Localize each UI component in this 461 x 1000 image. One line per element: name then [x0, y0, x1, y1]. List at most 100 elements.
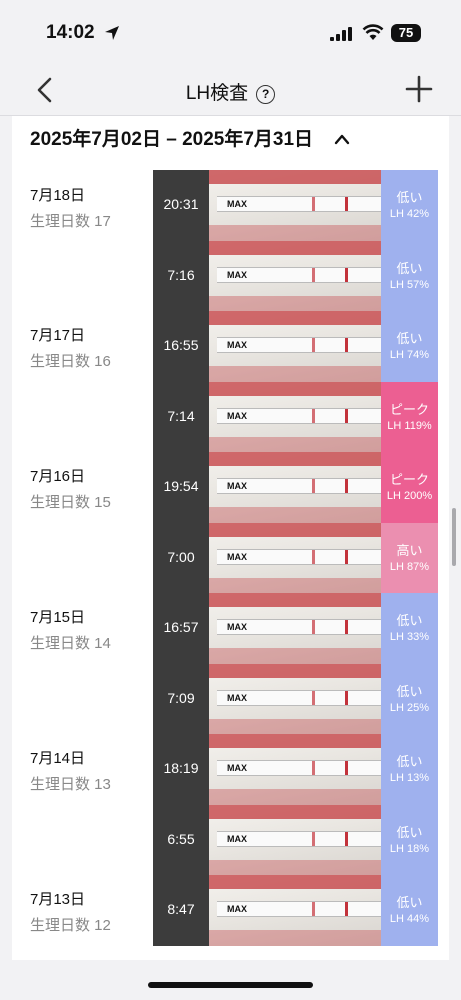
test-row[interactable]: MAX 7:00 高い LH 87% [153, 522, 438, 594]
test-time: 7:16 [167, 266, 195, 283]
control-line [345, 408, 348, 423]
result-level: 低い [396, 613, 423, 628]
result-level: 低い [396, 895, 423, 910]
result-level: 低い [396, 260, 423, 276]
lh-test-list: 2025年7月02日 – 2025年7月31日 7月18日 生理日数 17 7月1… [12, 116, 449, 960]
test-row[interactable]: MAX 16:57 低い LH 33% [153, 593, 438, 664]
control-line [345, 902, 348, 916]
result-badge: 低い LH 18% [381, 804, 438, 876]
result-level: ピーク [389, 472, 429, 487]
add-button[interactable] [404, 74, 434, 104]
cycle-day: 生理日数 15 [30, 494, 111, 511]
wifi-icon [362, 24, 384, 40]
cycle-day: 生理日数 14 [30, 635, 111, 652]
chevron-up-icon [335, 134, 350, 145]
result-level: 低い [396, 190, 423, 205]
test-time: 8:47 [167, 901, 195, 917]
strip-max-label: MAX [227, 269, 247, 280]
test-row[interactable]: MAX 6:55 低い LH 18% [153, 804, 438, 876]
day-header: 7月16日生理日数 15 [30, 465, 111, 512]
test-row[interactable]: MAX 18:19 低い LH 13% [153, 734, 438, 805]
result-lh-percent: LH 42% [389, 208, 430, 220]
strip-max-label: MAX [227, 481, 247, 491]
strip-max-label: MAX [227, 833, 247, 844]
strip-max-label: MAX [227, 410, 247, 421]
result-lh-percent: LH 33% [389, 631, 430, 643]
test-strip-image: MAX [217, 266, 381, 283]
test-time: 7:00 [167, 548, 195, 565]
result-lh-percent: LH 18% [389, 842, 430, 855]
test-time: 6:55 [167, 830, 195, 847]
cellular-signal-icon [330, 27, 352, 41]
home-indicator[interactable] [148, 982, 313, 988]
test-line [312, 408, 315, 423]
battery-icon: 75 [391, 24, 421, 42]
test-line [312, 479, 315, 493]
day-date: 7月13日 [30, 891, 86, 908]
day-date: 7月14日 [30, 750, 86, 767]
strip-max-label: MAX [227, 692, 247, 703]
result-level: 低い [396, 683, 423, 699]
result-lh-percent: LH 74% [389, 349, 430, 361]
date-range-selector[interactable]: 2025年7月02日 – 2025年7月31日 [30, 124, 350, 151]
cycle-day: 生理日数 16 [30, 353, 111, 370]
result-badge: 低い LH 57% [381, 240, 438, 312]
test-line [312, 267, 315, 282]
control-line [345, 549, 348, 564]
result-badge: 低い LH 25% [381, 663, 438, 735]
test-row[interactable]: MAX 7:16 低い LH 57% [153, 240, 438, 312]
test-strip-image: MAX [217, 901, 381, 917]
test-strip-image: MAX [217, 407, 381, 424]
test-row[interactable]: MAX 7:14 ピーク LH 119% [153, 381, 438, 453]
result-lh-percent: LH 44% [389, 913, 430, 925]
result-lh-percent: LH 200% [386, 490, 433, 502]
result-badge: 低い LH 44% [381, 875, 438, 946]
test-time: 19:54 [163, 478, 199, 494]
test-time: 7:09 [167, 689, 195, 706]
status-bar: 14:02 75 [0, 0, 461, 64]
bottom-safe-area [0, 960, 461, 1000]
test-strip-image: MAX [217, 337, 381, 353]
control-line [345, 761, 348, 775]
day-header: 7月17日生理日数 16 [30, 324, 111, 371]
strip-max-label: MAX [227, 763, 247, 773]
control-line [345, 267, 348, 282]
test-time: 18:19 [163, 760, 199, 776]
test-row[interactable]: MAX 16:55 低い LH 74% [153, 311, 438, 382]
help-icon[interactable]: ? [256, 85, 276, 104]
result-badge: 低い LH 13% [381, 734, 438, 805]
date-range-label: 2025年7月02日 – 2025年7月31日 [30, 129, 314, 150]
strip-max-label: MAX [227, 199, 247, 209]
test-strip-image: MAX [217, 689, 381, 706]
test-strip-image: MAX [217, 478, 381, 494]
control-line [345, 197, 348, 211]
day-header: 7月13日 生理日数 12 [30, 888, 111, 935]
result-lh-percent: LH 13% [389, 772, 430, 784]
strip-max-label: MAX [227, 340, 247, 350]
result-badge: 低い LH 74% [381, 311, 438, 382]
test-line [312, 902, 315, 916]
result-badge: ピーク LH 200% [381, 452, 438, 523]
day-date: 7月16日 [30, 468, 86, 485]
test-row[interactable]: MAX 19:54 ピーク LH 200% [153, 452, 438, 523]
day-date: 7月17日 [30, 327, 86, 344]
test-strip-image: MAX [217, 619, 381, 635]
control-line [345, 338, 348, 352]
day-header: 7月18日 生理日数 17 [30, 184, 111, 231]
test-strip-image: MAX [217, 548, 381, 565]
test-line [312, 197, 315, 211]
result-lh-percent: LH 57% [389, 278, 430, 291]
test-row[interactable]: MAX 20:31 低い LH 42% [153, 170, 438, 241]
day-date: 7月15日 [30, 609, 86, 626]
result-level: ピーク [389, 401, 429, 417]
test-time: 20:31 [163, 196, 199, 212]
test-row[interactable]: MAX 7:09 低い LH 25% [153, 663, 438, 735]
cycle-day: 生理日数 13 [30, 776, 111, 793]
day-header: 7月15日生理日数 14 [30, 606, 111, 653]
status-time: 14:02 [46, 22, 95, 43]
scrollbar[interactable] [452, 508, 456, 566]
test-line [312, 690, 315, 705]
result-badge: 高い LH 87% [381, 522, 438, 594]
test-row[interactable]: MAX 8:47 低い LH 44% [153, 875, 438, 946]
location-arrow-icon [105, 26, 119, 40]
